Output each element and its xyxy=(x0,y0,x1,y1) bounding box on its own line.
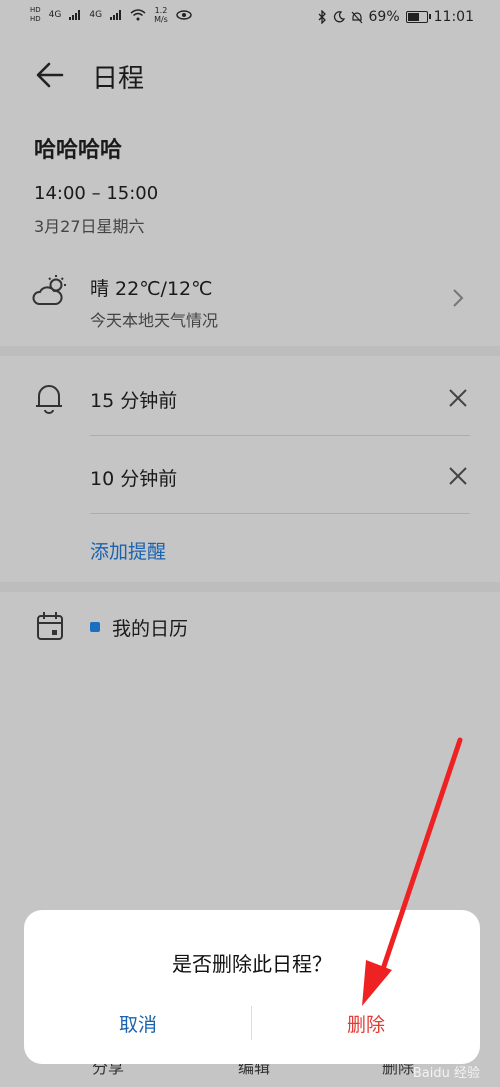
weather-summary: 晴 22℃/12℃ xyxy=(90,278,213,300)
network-a-label: 4G xyxy=(48,10,62,20)
calendar-name: 我的日历 xyxy=(112,618,189,640)
hd-label-bottom: HD xyxy=(30,15,41,23)
delete-button[interactable]: 删除 xyxy=(252,1010,480,1037)
event-title: 哈哈哈哈 xyxy=(34,138,123,163)
close-icon[interactable] xyxy=(446,386,470,410)
speed-unit: M/s xyxy=(154,15,168,24)
speed-value: 1.2 xyxy=(154,6,168,15)
weather-partly-sunny-icon xyxy=(32,275,66,305)
hd-indicator: HD HD xyxy=(30,6,41,24)
chevron-right-icon xyxy=(453,289,464,307)
signal-icon xyxy=(69,10,81,20)
weather-row[interactable]: 晴 22℃/12℃ 今天本地天气情况 xyxy=(0,262,500,342)
divider xyxy=(90,513,470,514)
wifi-icon xyxy=(130,9,146,21)
dialog-message: 是否删除此日程？ xyxy=(172,952,332,976)
section-separator xyxy=(0,582,500,592)
page-title: 日程 xyxy=(92,64,145,94)
add-reminder-link[interactable]: 添加提醒 xyxy=(90,537,166,564)
network-speed: 1.2 M/s xyxy=(154,6,168,24)
calendar-row[interactable]: 我的日历 xyxy=(0,596,500,660)
bluetooth-icon xyxy=(318,10,326,24)
moon-icon xyxy=(333,11,345,23)
status-bar: HD HD 4G 4G 1.2 M/s 69% 11:01 xyxy=(0,0,500,34)
reminder-row[interactable]: 10 分钟前 xyxy=(0,440,500,514)
weather-detail: 今天本地天气情况 xyxy=(90,311,219,330)
app-header: 日程 xyxy=(0,50,500,100)
hd-label-top: HD xyxy=(30,6,41,14)
watermark: Baidu 经验 xyxy=(412,1066,480,1081)
bell-muted-icon xyxy=(351,11,362,23)
close-icon[interactable] xyxy=(446,464,470,488)
eye-icon xyxy=(176,10,192,20)
calendar-icon xyxy=(37,612,63,640)
cancel-button[interactable]: 取消 xyxy=(24,1010,252,1037)
reminder-label: 15 分钟前 xyxy=(90,390,178,412)
divider xyxy=(90,435,470,436)
network-b-label: 4G xyxy=(89,10,103,20)
battery-fill xyxy=(407,13,420,21)
battery-icon xyxy=(405,11,431,23)
event-date: 3月27日星期六 xyxy=(34,217,145,236)
clock: 11:01 xyxy=(433,9,474,25)
reminder-row[interactable]: 15 分钟前 xyxy=(0,362,500,436)
calendar-color-dot xyxy=(90,622,100,632)
reminder-label: 10 分钟前 xyxy=(90,468,178,490)
signal-icon xyxy=(110,10,122,20)
back-arrow-icon[interactable] xyxy=(34,59,66,91)
status-right: 69% 11:01 xyxy=(317,9,474,25)
event-time-range: 14:00 – 15:00 xyxy=(34,183,159,204)
delete-confirm-dialog: 是否删除此日程？ 取消 删除 xyxy=(24,910,480,1064)
battery-percent: 69% xyxy=(368,9,400,25)
status-left: HD HD 4G 4G 1.2 M/s xyxy=(30,6,192,24)
section-separator xyxy=(0,346,500,356)
